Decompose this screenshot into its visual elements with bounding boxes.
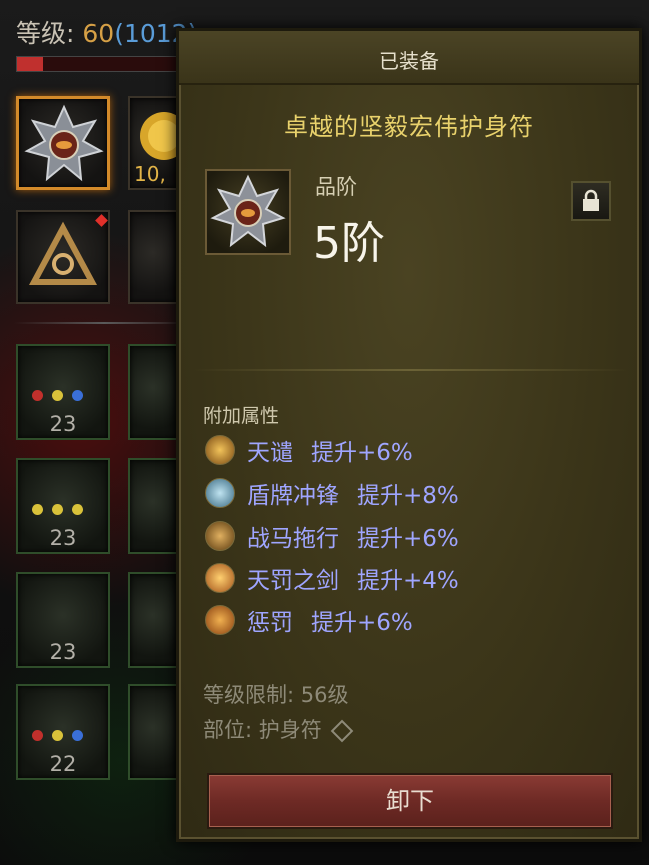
amulet-icon	[24, 104, 104, 182]
attribute-row: 天谴 提升+6%	[205, 433, 413, 467]
unequip-button[interactable]: 卸下	[207, 773, 613, 829]
attribute-name: 天罚之剑	[247, 568, 339, 594]
grade-value: 5阶	[313, 218, 385, 269]
attribute-name: 盾牌冲锋	[247, 483, 339, 509]
amulet-icon	[210, 174, 286, 248]
armor-slot[interactable]	[128, 210, 178, 304]
gold-count: 10,	[134, 162, 166, 186]
triangle-emblem-icon	[28, 221, 98, 285]
slot-count: 23	[49, 526, 77, 550]
attribute-bonus: 提升+6%	[357, 526, 459, 552]
inventory-slot[interactable]: 23	[16, 572, 110, 668]
character-level: 等级: 60(1012)	[16, 14, 197, 50]
diamond-icon	[331, 719, 354, 743]
inventory-slot[interactable]: 23	[16, 458, 110, 554]
slot-count: 22	[49, 752, 77, 776]
attribute-bonus: 提升+6%	[311, 440, 413, 466]
tooltip-header: 已装备	[179, 31, 639, 85]
socket-gems	[32, 500, 92, 519]
warhorse-icon	[205, 521, 235, 551]
inventory-slot[interactable]	[128, 684, 178, 780]
attribute-name: 天谴	[247, 440, 293, 466]
socket-gems	[32, 386, 92, 405]
lock-button[interactable]	[571, 181, 611, 221]
equipped-status: 已装备	[379, 49, 439, 73]
attribute-row: 天罚之剑 提升+4%	[205, 561, 459, 595]
slot-count: 23	[49, 640, 77, 664]
level-requirement: 等级限制: 56级	[203, 683, 349, 707]
slot-type-text: 部位: 护身符	[203, 718, 322, 742]
item-icon-frame	[205, 169, 291, 255]
emblem-slot[interactable]	[16, 210, 110, 304]
grade-label: 品阶	[315, 175, 357, 199]
attributes-heading: 附加属性	[203, 405, 280, 427]
attribute-bonus: 提升+6%	[311, 610, 413, 636]
level-value: 60	[82, 19, 115, 48]
attribute-row: 战马拖行 提升+6%	[205, 519, 459, 553]
inventory-slot[interactable]	[128, 344, 178, 440]
inventory-slot[interactable]	[128, 572, 178, 668]
item-tooltip-panel: 已装备 卓越的坚毅宏伟护身符 品阶 5阶 附加属性 天谴 提升+6% 盾牌冲锋 …	[176, 28, 642, 842]
tooltip-divider	[193, 369, 629, 371]
inventory-divider	[14, 322, 194, 324]
level-prefix: 等级:	[16, 19, 83, 48]
punish-icon	[205, 605, 235, 635]
item-name: 卓越的坚毅宏伟护身符	[284, 113, 534, 141]
equipment-slot-type: 部位: 护身符	[203, 714, 354, 744]
attribute-bonus: 提升+4%	[357, 568, 459, 594]
experience-bar	[16, 56, 178, 72]
lock-icon	[583, 189, 599, 211]
attribute-name: 战马拖行	[247, 526, 339, 552]
experience-bar-fill	[17, 57, 43, 71]
gold-coin-icon	[140, 112, 188, 160]
gold-slot[interactable]: 10,	[128, 96, 188, 190]
attribute-name: 惩罚	[247, 610, 293, 636]
socket-gems	[32, 726, 92, 745]
inventory-slot[interactable]	[128, 458, 178, 554]
attribute-row: 盾牌冲锋 提升+8%	[205, 476, 459, 510]
slot-count: 23	[49, 412, 77, 436]
wrath-icon	[205, 435, 235, 465]
inventory-slot[interactable]: 22	[16, 684, 110, 780]
shield-charge-icon	[205, 478, 235, 508]
attribute-bonus: 提升+8%	[357, 483, 459, 509]
heaven-sword-icon	[205, 563, 235, 593]
inventory-slot[interactable]: 23	[16, 344, 110, 440]
attribute-row: 惩罚 提升+6%	[205, 603, 413, 637]
amulet-slot-selected[interactable]	[16, 96, 110, 190]
